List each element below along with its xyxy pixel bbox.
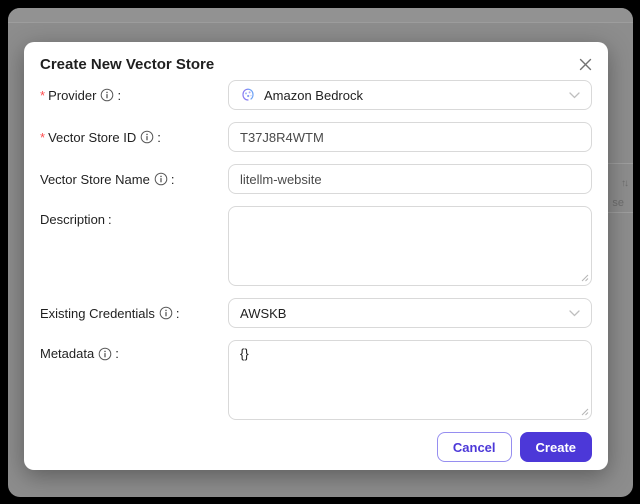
provider-select[interactable]: Amazon Bedrock — [228, 80, 592, 110]
vector-store-name-input[interactable] — [228, 164, 592, 194]
close-button[interactable] — [574, 55, 596, 77]
modal-header: Create New Vector Store — [40, 56, 592, 74]
chevron-down-icon — [569, 309, 580, 317]
description-label: Description — [40, 212, 106, 227]
resize-handle-icon[interactable] — [581, 408, 589, 416]
provider-select-value: Amazon Bedrock — [264, 87, 363, 103]
app-window: ↑↓ se Create New Vector Store * Provider… — [8, 8, 633, 497]
form-row-existing-credentials: Existing Credentials : AWSKB — [40, 298, 592, 328]
existing-credentials-select[interactable]: AWSKB — [228, 298, 592, 328]
modal-footer: Cancel Create — [40, 432, 592, 462]
info-icon[interactable] — [100, 88, 114, 102]
chevron-down-icon — [569, 91, 580, 99]
info-icon[interactable] — [98, 347, 112, 361]
form-row-vector-store-id: * Vector Store ID : — [40, 122, 592, 152]
provider-label: Provider — [48, 87, 97, 103]
dimmed-table-row-divider — [607, 163, 633, 164]
resize-handle-icon[interactable] — [581, 274, 589, 282]
form-row-vector-store-name: Vector Store Name : — [40, 164, 592, 194]
create-button[interactable]: Create — [519, 432, 592, 462]
metadata-label: Metadata — [40, 346, 95, 361]
info-icon[interactable] — [159, 306, 173, 320]
create-vector-store-modal: Create New Vector Store * Provider : Ama… — [24, 42, 608, 470]
vector-store-id-label: Vector Store ID — [48, 129, 137, 145]
amazon-bedrock-logo-icon — [240, 87, 256, 103]
info-icon[interactable] — [154, 172, 168, 186]
dimmed-partial-text: se — [612, 197, 624, 209]
required-mark: * — [40, 87, 46, 103]
existing-credentials-select-value: AWSKB — [240, 305, 287, 321]
dimmed-page-header — [8, 8, 633, 23]
vector-store-id-input[interactable] — [228, 122, 592, 152]
info-icon[interactable] — [140, 130, 154, 144]
description-textarea[interactable] — [228, 206, 592, 286]
dimmed-table-row-divider — [607, 212, 633, 213]
form-row-provider: * Provider : Amazon Bedrock — [40, 80, 592, 110]
metadata-textarea[interactable]: {} — [228, 340, 592, 420]
modal-title: Create New Vector Store — [40, 56, 215, 73]
required-mark: * — [40, 129, 46, 145]
vector-store-name-label: Vector Store Name — [40, 171, 150, 187]
existing-credentials-label: Existing Credentials — [40, 305, 155, 321]
cancel-button[interactable]: Cancel — [436, 432, 512, 462]
form-row-metadata: Metadata : {} — [40, 340, 592, 420]
close-icon — [579, 58, 592, 74]
sort-icon: ↑↓ — [621, 178, 629, 189]
form-row-description: Description : — [40, 206, 592, 286]
